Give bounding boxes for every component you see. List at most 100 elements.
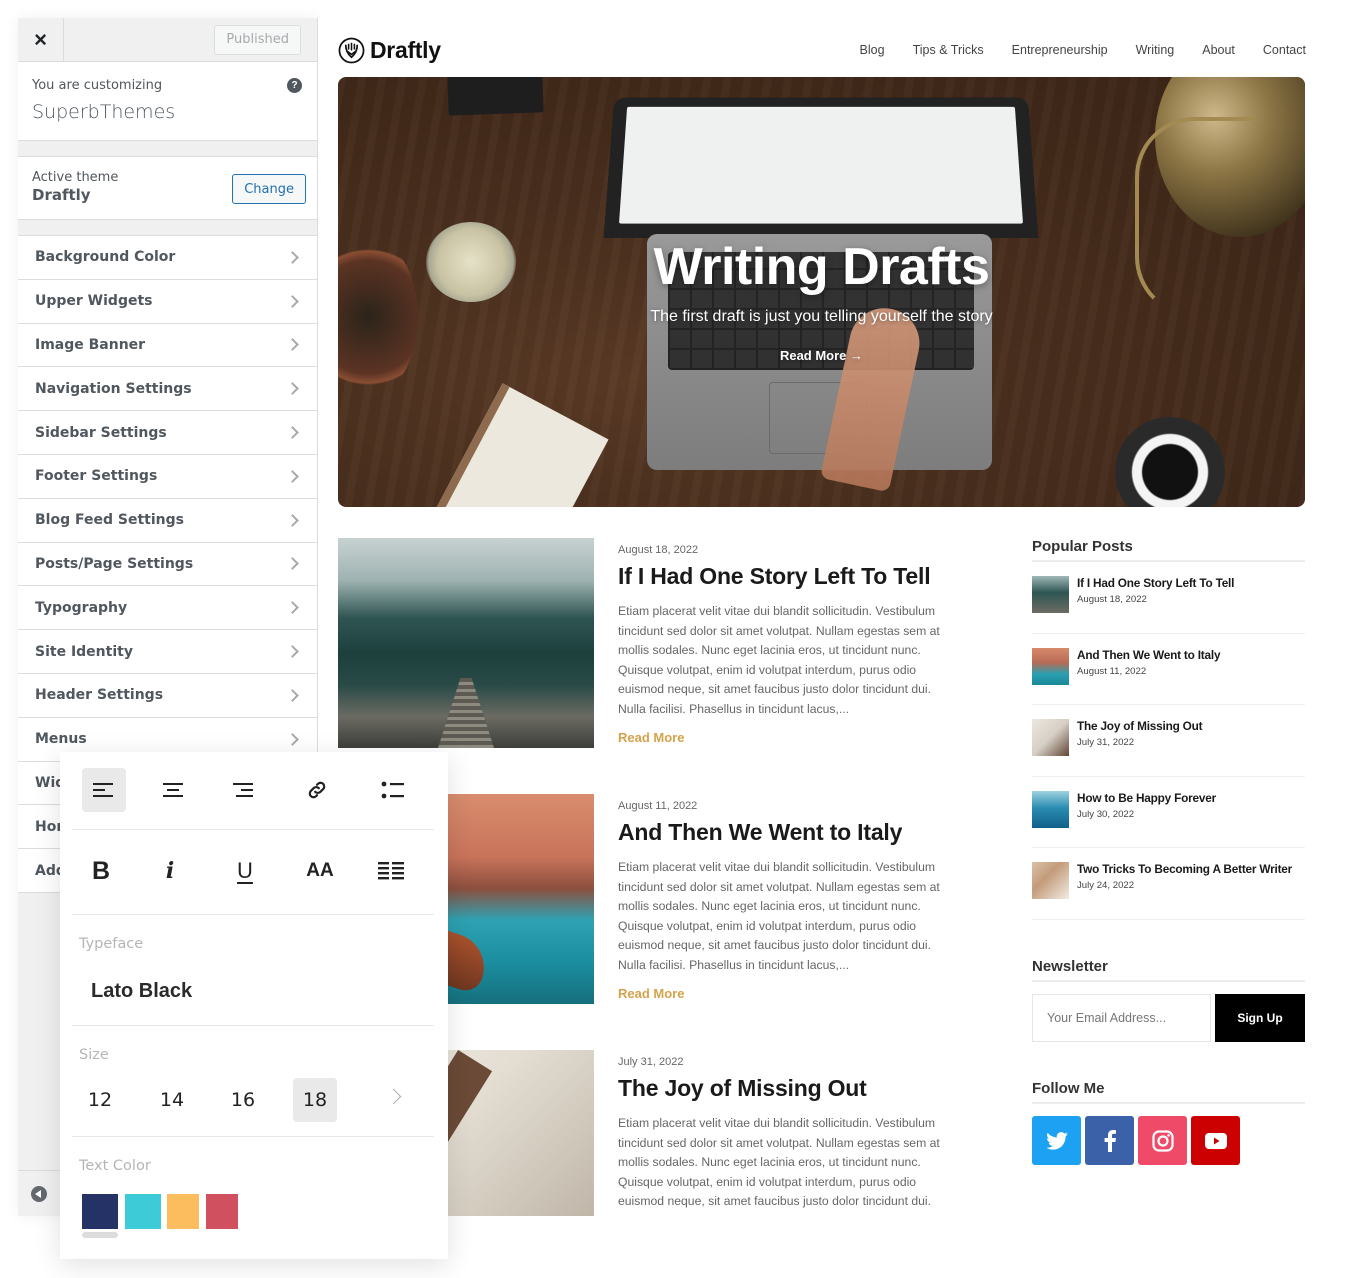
align-center-button[interactable] xyxy=(151,768,195,812)
section-blog-feed-settings[interactable]: Blog Feed Settings xyxy=(18,498,317,543)
columns-button[interactable] xyxy=(369,849,413,893)
published-button[interactable]: Published xyxy=(214,24,301,55)
align-right-button[interactable] xyxy=(221,768,265,812)
sign-up-button[interactable]: Sign Up xyxy=(1215,994,1305,1042)
section-sidebar-settings[interactable]: Sidebar Settings xyxy=(18,411,317,455)
section-label: Upper Widgets xyxy=(35,293,153,310)
chevron-right-icon xyxy=(286,601,299,615)
list-button[interactable] xyxy=(371,768,415,812)
uppercase-button[interactable]: AA xyxy=(298,849,342,893)
popular-post-item[interactable]: And Then We Went to Italy August 11, 2022 xyxy=(1032,634,1305,705)
section-label: Typography xyxy=(35,599,128,616)
hero-subtitle: The first draft is just you telling your… xyxy=(650,308,993,325)
size-option-16[interactable]: 16 xyxy=(221,1078,265,1122)
collapse-sidebar-icon[interactable] xyxy=(31,1185,47,1202)
follow-title: Follow Me xyxy=(1032,1080,1305,1104)
site-preview: Draftly Blog Tips & Tricks Entrepreneurs… xyxy=(318,18,1330,1216)
twitter-button[interactable] xyxy=(1032,1116,1081,1165)
section-image-banner[interactable]: Image Banner xyxy=(18,323,317,368)
format-row: B i U AA xyxy=(60,830,448,915)
section-label: Footer Settings xyxy=(35,468,158,485)
read-more-link[interactable]: Read More xyxy=(618,730,684,745)
post-excerpt: Etiam placerat velit vitae dui blandit s… xyxy=(618,860,940,972)
change-theme-button[interactable]: Change xyxy=(232,174,306,204)
popular-post-title[interactable]: If I Had One Story Left To Tell xyxy=(1077,576,1234,590)
chevron-right-icon xyxy=(286,251,299,264)
facebook-button[interactable] xyxy=(1085,1116,1134,1165)
size-option-18[interactable]: 18 xyxy=(293,1078,337,1122)
section-site-identity[interactable]: Site Identity xyxy=(18,630,317,674)
section-label: Background Color xyxy=(35,249,176,266)
post-title[interactable]: The Joy of Missing Out xyxy=(618,1075,867,1102)
nav-tips-tricks[interactable]: Tips & Tricks xyxy=(913,43,984,57)
section-footer-settings[interactable]: Footer Settings xyxy=(18,454,317,499)
popular-post-title[interactable]: How to Be Happy Forever xyxy=(1077,791,1216,805)
section-background-color[interactable]: Background Color xyxy=(18,236,317,280)
chevron-right-icon xyxy=(286,732,299,746)
post-title[interactable]: If I Had One Story Left To Tell xyxy=(618,563,931,590)
color-swatch[interactable] xyxy=(167,1194,199,1229)
popular-post-item[interactable]: If I Had One Story Left To Tell August 18… xyxy=(1032,562,1305,634)
logo-text: Draftly xyxy=(370,36,441,63)
section-label: Navigation Settings xyxy=(35,380,192,397)
section-typography[interactable]: Typography xyxy=(18,586,317,631)
align-left-button[interactable] xyxy=(82,768,126,812)
post-thumbnail[interactable] xyxy=(338,538,594,748)
newsletter-email-input[interactable] xyxy=(1032,994,1211,1042)
post-date: August 11, 2022 xyxy=(618,800,698,812)
nav-entrepreneurship[interactable]: Entrepreneurship xyxy=(1012,43,1108,57)
instagram-button[interactable] xyxy=(1138,1116,1187,1165)
typeface-select[interactable]: Lato Black xyxy=(91,980,192,1003)
text-format-popover: B i U AA Typeface Lato Black Size 12 14 … xyxy=(60,752,448,1259)
site-logo[interactable]: Draftly xyxy=(338,37,441,64)
customizing-label: You are customizing xyxy=(32,78,163,93)
popular-post-item[interactable]: How to Be Happy Forever July 30, 2022 xyxy=(1032,777,1305,848)
post-excerpt: Etiam placerat velit vitae dui blandit s… xyxy=(618,1116,940,1209)
read-more-link[interactable]: Read More xyxy=(618,986,684,1001)
nav-contact[interactable]: Contact xyxy=(1263,43,1306,57)
section-label: Menus xyxy=(35,731,87,748)
bold-button[interactable]: B xyxy=(79,849,123,893)
size-option-12[interactable]: 12 xyxy=(78,1078,122,1122)
italic-icon: i xyxy=(165,858,175,884)
italic-button[interactable]: i xyxy=(148,849,192,893)
section-header-settings[interactable]: Header Settings xyxy=(18,673,317,718)
nav-about[interactable]: About xyxy=(1202,43,1235,57)
site-title: SuperbThemes xyxy=(32,101,176,123)
link-button[interactable] xyxy=(295,768,339,812)
section-upper-widgets[interactable]: Upper Widgets xyxy=(18,279,317,324)
help-icon[interactable]: ? xyxy=(287,78,302,93)
underline-button[interactable]: U xyxy=(223,849,267,893)
section-label: Header Settings xyxy=(35,687,164,704)
section-label: Sidebar Settings xyxy=(35,424,167,441)
laptop-display xyxy=(618,106,1024,224)
color-swatch[interactable] xyxy=(206,1194,238,1229)
close-customizer-button[interactable]: × xyxy=(18,18,64,62)
color-swatch[interactable] xyxy=(82,1194,118,1229)
nav-writing[interactable]: Writing xyxy=(1136,43,1175,57)
align-left-icon xyxy=(93,783,113,797)
popular-post-item[interactable]: The Joy of Missing Out July 31, 2022 xyxy=(1032,705,1305,777)
popular-post-title[interactable]: Two Tricks To Becoming A Better Writer xyxy=(1077,862,1292,876)
post-title[interactable]: And Then We Went to Italy xyxy=(618,819,902,846)
popular-post-date: August 18, 2022 xyxy=(1077,594,1147,605)
youtube-button[interactable] xyxy=(1191,1116,1240,1165)
chevron-right-icon[interactable] xyxy=(385,1088,402,1105)
popular-post-title[interactable]: And Then We Went to Italy xyxy=(1077,648,1221,662)
section-posts-page-settings[interactable]: Posts/Page Settings xyxy=(18,542,317,587)
divider xyxy=(72,914,434,915)
popular-post-thumbnail xyxy=(1032,576,1069,613)
popular-post-item[interactable]: Two Tricks To Becoming A Better Writer Ju… xyxy=(1032,848,1305,920)
section-label: Image Banner xyxy=(35,336,146,353)
color-swatch[interactable] xyxy=(125,1194,161,1229)
divider xyxy=(72,1136,434,1137)
twitter-icon xyxy=(1045,1131,1068,1150)
popular-post-title[interactable]: The Joy of Missing Out xyxy=(1077,719,1203,733)
nav-blog[interactable]: Blog xyxy=(860,43,885,57)
post-card: August 18, 2022 If I Had One Story Left … xyxy=(338,538,978,750)
size-option-14[interactable]: 14 xyxy=(150,1078,194,1122)
underline-icon: U xyxy=(237,858,253,883)
section-navigation-settings[interactable]: Navigation Settings xyxy=(18,367,317,412)
hero-read-more-link[interactable]: Read More → xyxy=(338,348,1305,363)
speaker-object xyxy=(447,77,544,116)
